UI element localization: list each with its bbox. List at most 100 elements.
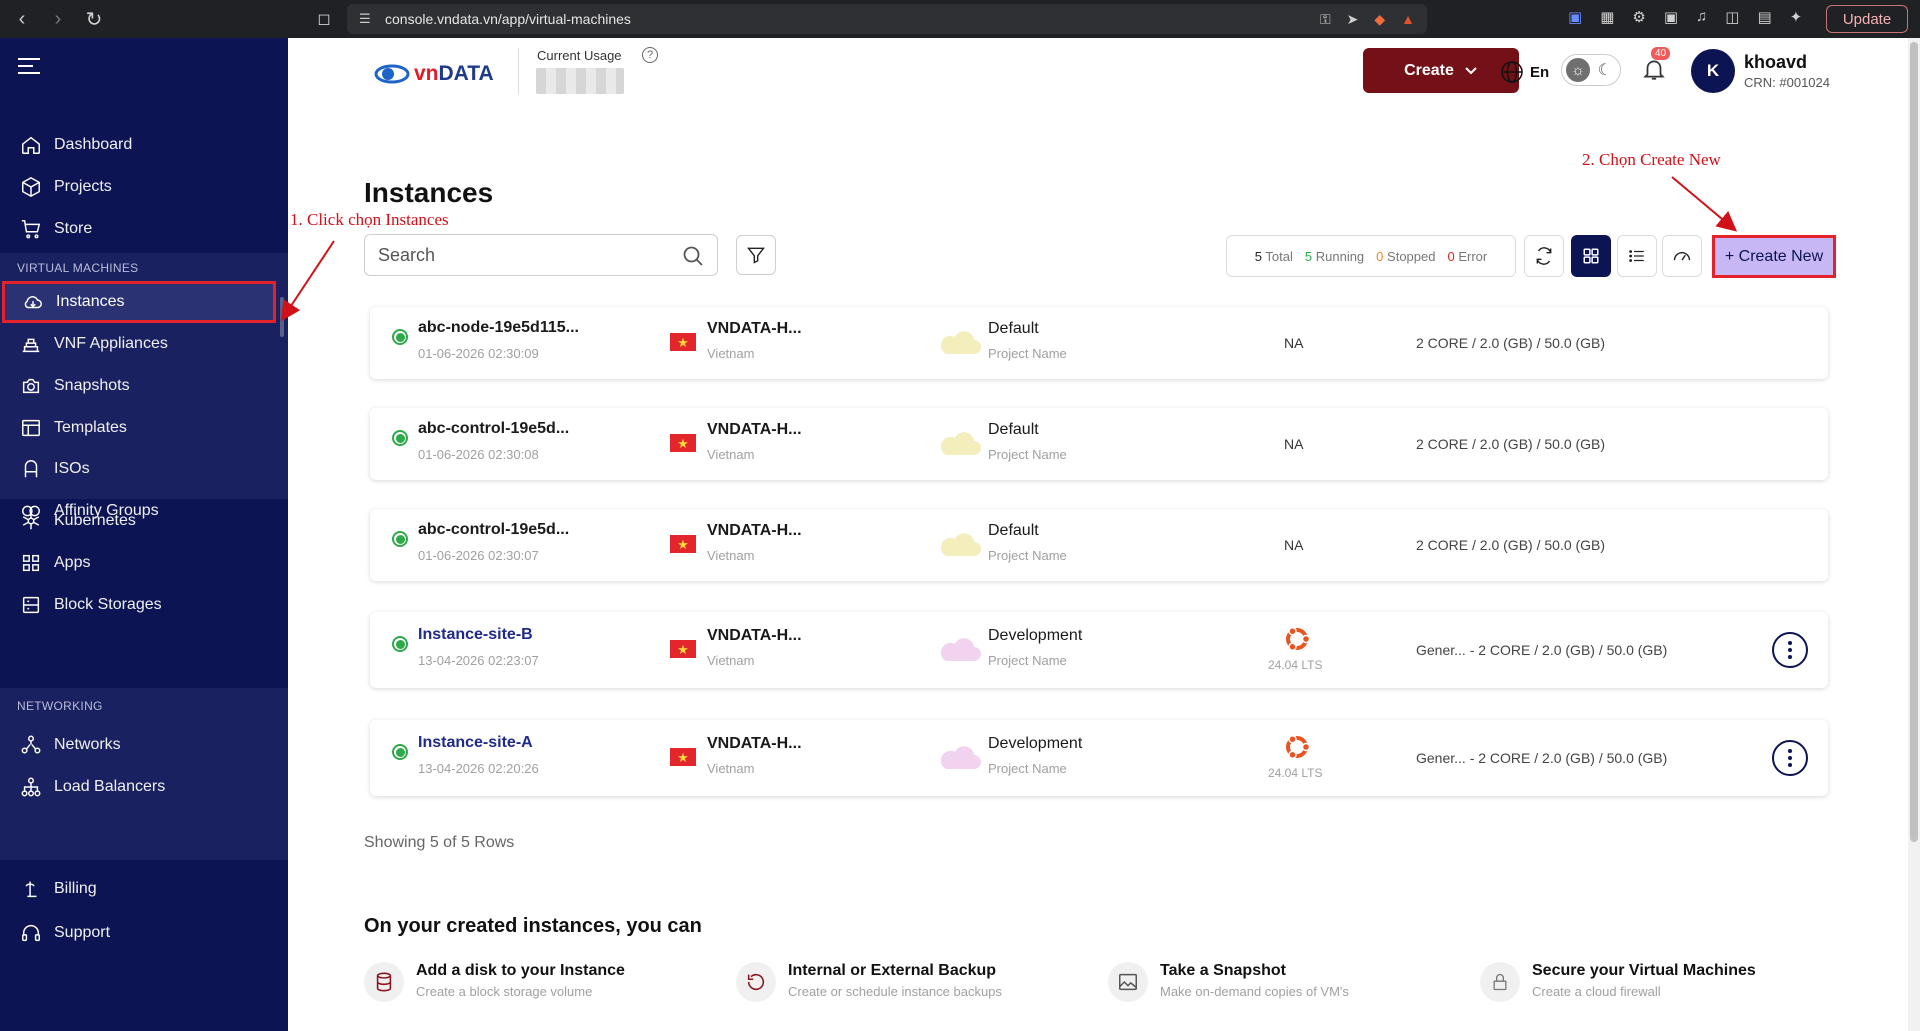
- sidebar-toggle-icon[interactable]: ◫: [1725, 8, 1739, 26]
- sidebar-item-snapshots[interactable]: Snapshots: [0, 365, 288, 407]
- sidebar-item-isos[interactable]: ISOs: [0, 449, 288, 489]
- instance-os-version: 24.04 LTS: [1268, 658, 1323, 672]
- qr-icon[interactable]: ▦: [1600, 8, 1614, 26]
- running-status-icon: [392, 531, 408, 547]
- instance-card[interactable]: abc-node-19e5d115... 01-06-2026 02:30:09 ★…: [370, 307, 1828, 379]
- page-scrollbar-thumb[interactable]: [1910, 42, 1918, 842]
- sidebar-item-projects[interactable]: Projects: [0, 166, 288, 208]
- sidebar-item-instances[interactable]: Instances: [2, 281, 276, 323]
- create-dropdown-button[interactable]: Create: [1363, 48, 1519, 93]
- annotation-step1: 1. Click chọn Instances: [290, 210, 449, 229]
- instance-card[interactable]: abc-control-19e5d... 01-06-2026 02:30:07 ★…: [370, 509, 1828, 581]
- status-summary: 5 Total 5 Running 0 Stopped 0 Error: [1226, 235, 1516, 277]
- sidebar-item-kubernetes[interactable]: Kubernetes: [0, 500, 288, 542]
- sidebar-scrollbar[interactable]: [280, 297, 284, 337]
- project-name-label: Project Name: [988, 761, 1067, 776]
- filter-button[interactable]: [736, 235, 776, 275]
- language-selector[interactable]: En: [1500, 60, 1549, 84]
- instance-name[interactable]: abc-control-19e5d...: [418, 420, 569, 438]
- instance-card[interactable]: Instance-site-B 13-04-2026 02:23:07 ★ VNDAT…: [370, 612, 1828, 688]
- instance-menu-button[interactable]: [1772, 632, 1808, 668]
- sidebar-item-dashboard[interactable]: Dashboard: [0, 124, 288, 166]
- refresh-button[interactable]: [1524, 235, 1564, 277]
- forward-icon[interactable]: ›: [44, 5, 72, 33]
- sidebar-item-label: Dashboard: [54, 136, 133, 153]
- browser-update-button[interactable]: Update: [1826, 5, 1908, 33]
- instance-project: Default: [988, 421, 1039, 438]
- sidebar-item-label: Support: [54, 924, 111, 941]
- sidebar-item-support[interactable]: Support: [0, 912, 288, 954]
- help-icon[interactable]: ?: [642, 47, 658, 63]
- current-usage-value-blurred: [536, 68, 624, 94]
- instance-created-date: 01-06-2026 02:30:08: [418, 447, 539, 462]
- puzzle-icon[interactable]: ⚙: [1632, 8, 1645, 26]
- bookmark-icon[interactable]: ◻: [310, 5, 338, 33]
- billing-icon: [20, 878, 42, 900]
- database-icon: [364, 962, 404, 1002]
- vndata-logo[interactable]: vn DATA: [374, 62, 494, 86]
- hamburger-menu-icon[interactable]: [18, 58, 40, 79]
- sidebar-item-label: Block Storages: [54, 596, 162, 613]
- sidebar-item-networks[interactable]: Networks: [0, 724, 288, 766]
- instance-region: VNDATA-H...: [707, 320, 802, 337]
- url-text: console.vndata.vn/app/virtual-machines: [385, 11, 631, 27]
- search-icon[interactable]: [681, 244, 705, 268]
- search-box[interactable]: [364, 234, 718, 276]
- sidebar-item-apps[interactable]: Apps: [0, 542, 288, 584]
- sidebar-item-store[interactable]: Store: [0, 208, 288, 250]
- feature-add-disk[interactable]: Add a disk to your Instance Create a bloc…: [364, 962, 625, 1002]
- sidebar-item-label: Kubernetes: [54, 512, 136, 529]
- instance-card[interactable]: Instance-site-A 13-04-2026 02:20:26 ★ VNDAT…: [370, 720, 1828, 796]
- project-cloud-icon: [940, 746, 981, 769]
- support-icon: [20, 922, 42, 944]
- instance-menu-button[interactable]: [1772, 740, 1808, 776]
- backup-icon: [736, 962, 776, 1002]
- notification-badge: 40: [1651, 47, 1671, 60]
- sidebar-item-block-storages[interactable]: Block Storages: [0, 584, 288, 626]
- create-new-button[interactable]: + Create New: [1712, 235, 1836, 278]
- sidebar-item-templates[interactable]: Templates: [0, 407, 288, 449]
- extension-icon[interactable]: ▣: [1568, 8, 1582, 26]
- feature-snapshot[interactable]: Take a Snapshot Make on-demand copies of …: [1108, 962, 1349, 1002]
- apps-icon: [20, 552, 42, 574]
- instance-name[interactable]: abc-node-19e5d115...: [418, 319, 579, 337]
- instance-name[interactable]: Instance-site-A: [418, 734, 533, 752]
- page-scrollbar[interactable]: [1908, 38, 1920, 1031]
- rewards-icon[interactable]: ▲: [1401, 11, 1415, 28]
- instance-name[interactable]: Instance-site-B: [418, 626, 533, 644]
- instance-name[interactable]: abc-control-19e5d...: [418, 521, 569, 539]
- leo-icon[interactable]: ✦: [1790, 8, 1803, 26]
- user-name[interactable]: khoavd: [1744, 52, 1807, 73]
- feature-backup[interactable]: Internal or External Backup Create or sch…: [736, 962, 1002, 1002]
- list-view-button[interactable]: [1617, 235, 1657, 277]
- key-icon[interactable]: ⚿: [1320, 11, 1331, 28]
- send-icon[interactable]: ➤: [1347, 11, 1359, 28]
- theme-toggle[interactable]: ☼ ☾: [1561, 54, 1621, 86]
- vietnam-flag-icon: ★: [670, 535, 696, 553]
- search-input[interactable]: [365, 244, 665, 266]
- sidebar-item-vnf-appliances[interactable]: VNF Appliances: [0, 323, 288, 365]
- features-title: On your created instances, you can: [364, 915, 702, 937]
- wallet-icon[interactable]: ▤: [1757, 8, 1771, 26]
- site-info-icon[interactable]: ☰: [359, 11, 371, 27]
- project-name-label: Project Name: [988, 653, 1067, 668]
- back-icon[interactable]: ‹: [8, 5, 36, 33]
- feature-secure[interactable]: Secure your Virtual Machines Create a clo…: [1480, 962, 1756, 1002]
- screenshot-icon[interactable]: ▣: [1664, 8, 1678, 26]
- sidebar-item-label: Projects: [54, 178, 112, 195]
- status-total: 5 Total: [1254, 248, 1293, 264]
- address-bar[interactable]: ☰ console.vndata.vn/app/virtual-machines…: [347, 4, 1427, 34]
- grid-view-button[interactable]: [1571, 235, 1611, 277]
- avatar[interactable]: K: [1691, 49, 1735, 93]
- instance-spec: Gener... - 2 CORE / 2.0 (GB) / 50.0 (GB): [1416, 642, 1668, 658]
- instance-card[interactable]: abc-control-19e5d... 01-06-2026 02:30:08 ★…: [370, 408, 1828, 480]
- speed-view-button[interactable]: [1662, 235, 1702, 277]
- instance-created-date: 13-04-2026 02:23:07: [418, 653, 539, 668]
- sidebar-item-load-balancers[interactable]: Load Balancers: [0, 766, 288, 808]
- reload-icon[interactable]: ↻: [80, 5, 108, 33]
- instance-region: VNDATA-H...: [707, 421, 802, 438]
- brave-shield-icon[interactable]: ◆: [1374, 11, 1385, 28]
- music-icon[interactable]: ♫: [1696, 8, 1707, 26]
- page-title: Instances: [364, 177, 494, 208]
- sidebar-item-billing[interactable]: Billing: [0, 868, 288, 910]
